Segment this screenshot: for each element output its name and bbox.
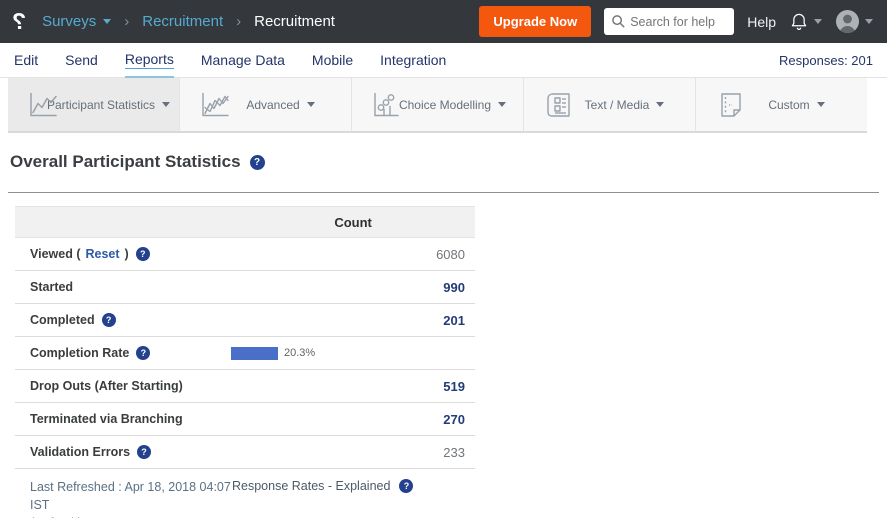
breadcrumb-parent-survey[interactable]: Recruitment <box>142 13 223 30</box>
nav-item-send[interactable]: Send <box>65 43 98 77</box>
row-value: 233 <box>231 445 475 460</box>
completion-rate-bar <box>231 347 278 360</box>
reset-link[interactable]: Reset <box>85 247 119 261</box>
divider <box>8 192 879 193</box>
responses-count: Responses: 201 <box>779 53 873 68</box>
last-refreshed: Last Refreshed : Apr 18, 2018 04:07 IST … <box>15 478 232 518</box>
table-row-viewed: Viewed ( Reset ) ? 6080 <box>15 238 475 271</box>
tab-choice-modelling[interactable]: Choice Modelling <box>352 78 524 131</box>
main-content: Overall Participant Statistics ? Count V… <box>0 152 887 518</box>
nav-item-mobile[interactable]: Mobile <box>312 43 353 77</box>
breadcrumb-surveys[interactable]: Surveys <box>42 13 111 30</box>
help-icon[interactable]: ? <box>250 155 265 170</box>
row-label: Drop Outs (After Starting) <box>30 379 183 393</box>
notifications-menu[interactable] <box>789 11 822 32</box>
report-type-toolbar: Participant Statistics Advanced Choice M… <box>8 78 867 133</box>
table-row-completed: Completed ? 201 <box>15 304 475 337</box>
chevron-down-icon <box>498 102 506 107</box>
help-icon[interactable]: ? <box>136 247 150 261</box>
tab-text-media[interactable]: Text / Media <box>524 78 696 131</box>
custom-page-icon <box>716 91 744 119</box>
row-label-end: ) <box>125 247 129 261</box>
table-row-validation-errors: Validation Errors ? 233 <box>15 436 475 469</box>
table-row-terminated: Terminated via Branching 270 <box>15 403 475 436</box>
help-icon[interactable]: ? <box>102 313 116 327</box>
nav-item-edit[interactable]: Edit <box>14 43 38 77</box>
chevron-down-icon <box>103 19 111 24</box>
upgrade-now-button[interactable]: Upgrade Now <box>479 6 591 37</box>
nav-item-reports[interactable]: Reports <box>125 43 174 77</box>
table-header: Count <box>15 206 475 238</box>
chevron-down-icon <box>817 102 825 107</box>
breadcrumb-separator: › <box>236 13 241 30</box>
row-value: 201 <box>231 313 475 328</box>
account-menu[interactable] <box>835 9 873 34</box>
breadcrumb-separator: › <box>124 13 129 30</box>
table-row-started: Started 990 <box>15 271 475 304</box>
avatar <box>835 9 860 34</box>
page-title-text: Overall Participant Statistics <box>10 152 241 172</box>
help-icon[interactable]: ? <box>137 445 151 459</box>
top-bar: ? Surveys › Recruitment › Recruitment Up… <box>0 0 887 43</box>
tab-advanced[interactable]: Advanced <box>180 78 352 131</box>
help-icon[interactable]: ? <box>136 346 150 360</box>
row-label: Completion Rate <box>30 346 129 360</box>
search-icon <box>611 14 626 29</box>
multi-line-chart-icon <box>200 91 230 118</box>
tab-custom[interactable]: Custom <box>696 78 867 131</box>
row-label: Validation Errors <box>30 445 130 459</box>
breadcrumb-current-survey: Recruitment <box>254 13 335 30</box>
bell-icon <box>789 11 809 32</box>
nav-item-manage-data[interactable]: Manage Data <box>201 43 285 77</box>
response-rates-label: Response Rates - Explained <box>232 479 390 493</box>
last-refreshed-text: Last Refreshed : Apr 18, 2018 04:07 IST <box>30 480 231 512</box>
topbar-right-group: Upgrade Now Help <box>479 6 873 37</box>
questionpro-logo-icon[interactable]: ? <box>12 10 26 33</box>
response-rates-explained[interactable]: Response Rates - Explained ? <box>232 479 413 493</box>
help-icon[interactable]: ? <box>399 479 413 493</box>
row-label: Completed <box>30 313 95 327</box>
completion-rate-percent: 20.3% <box>284 347 315 359</box>
table-footer: Last Refreshed : Apr 18, 2018 04:07 IST … <box>15 478 475 518</box>
chevron-down-icon <box>162 102 170 107</box>
row-value: 6080 <box>231 247 475 262</box>
participant-statistics-table: Count Viewed ( Reset ) ? 6080 Started 99… <box>15 206 475 469</box>
row-label: Started <box>30 280 73 294</box>
survey-nav-bar: Edit Send Reports Manage Data Mobile Int… <box>0 43 887 78</box>
nav-item-integration[interactable]: Integration <box>380 43 446 77</box>
help-link[interactable]: Help <box>747 14 776 30</box>
line-chart-icon <box>28 91 58 118</box>
table-row-drop-outs: Drop Outs (After Starting) 519 <box>15 370 475 403</box>
bubble-chart-icon <box>372 91 400 118</box>
row-value: 990 <box>231 280 475 295</box>
row-value: 270 <box>231 412 475 427</box>
chevron-down-icon <box>814 19 822 24</box>
chevron-down-icon <box>307 102 315 107</box>
help-search <box>604 8 734 35</box>
tab-participant-statistics[interactable]: Participant Statistics <box>8 78 180 131</box>
chevron-down-icon <box>865 19 873 24</box>
row-label: Terminated via Branching <box>30 412 183 426</box>
page-title: Overall Participant Statistics ? <box>10 152 879 172</box>
table-row-completion-rate: Completion Rate ? 20.3% <box>15 337 475 370</box>
newspaper-icon <box>544 91 572 119</box>
chevron-down-icon <box>656 102 664 107</box>
row-label: Viewed ( <box>30 247 80 261</box>
breadcrumb-surveys-label: Surveys <box>42 13 96 30</box>
breadcrumb: Surveys › Recruitment › Recruitment <box>42 13 335 30</box>
count-column-header: Count <box>231 215 475 230</box>
row-value: 519 <box>231 379 475 394</box>
